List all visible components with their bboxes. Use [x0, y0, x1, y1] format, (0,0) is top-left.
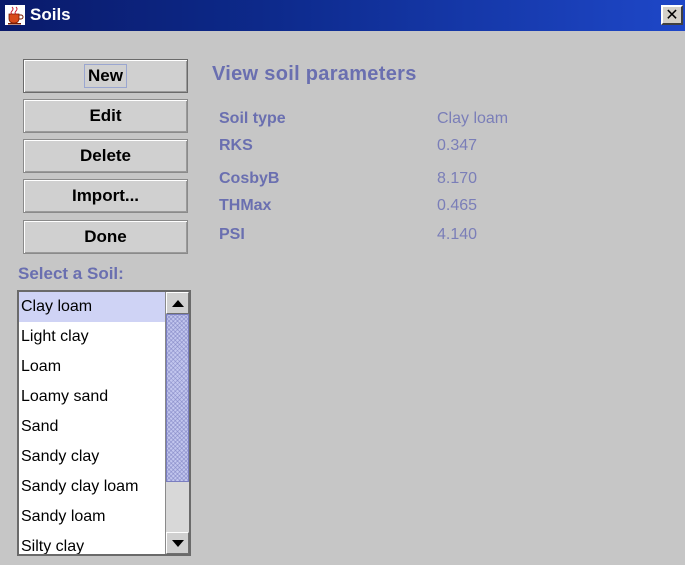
list-item-loam[interactable]: Loam — [19, 352, 165, 382]
soil-list[interactable]: Clay loam Light clay Loam Loamy sand San… — [17, 290, 191, 556]
param-name-thmax: THMax — [219, 197, 272, 214]
done-button[interactable]: Done — [23, 220, 188, 254]
select-soil-label: Select a Soil: — [18, 264, 124, 283]
edit-button[interactable]: Edit — [23, 99, 188, 133]
close-button[interactable]: ✕ — [661, 5, 683, 25]
param-name-soil-type: Soil type — [219, 110, 286, 127]
list-item-light-clay[interactable]: Light clay — [19, 322, 165, 352]
edit-button-label: Edit — [89, 106, 122, 125]
list-item-loamy-sand[interactable]: Loamy sand — [19, 382, 165, 412]
param-value-soil-type: Clay loam — [437, 110, 509, 127]
param-value-thmax: 0.465 — [437, 197, 478, 214]
param-value-psi: 4.140 — [437, 226, 478, 243]
import-button-label: Import... — [71, 186, 140, 205]
param-name-rks: RKS — [219, 137, 253, 154]
new-button-label: New — [84, 64, 127, 88]
arrow-up-icon — [172, 300, 184, 307]
import-button[interactable]: Import... — [23, 179, 188, 213]
close-icon[interactable]: ✕ — [665, 5, 678, 24]
list-item-sand[interactable]: Sand — [19, 412, 165, 442]
scroll-thumb[interactable] — [166, 314, 189, 482]
param-value-cosbyb: 8.170 — [437, 170, 478, 187]
scroll-down-button[interactable] — [166, 532, 189, 554]
soil-list-scrollbar[interactable] — [165, 292, 189, 554]
view-heading: View soil parameters — [212, 63, 417, 85]
soil-list-items: Clay loam Light clay Loam Loamy sand San… — [19, 292, 165, 554]
list-item-silty-clay[interactable]: Silty clay — [19, 532, 165, 554]
scroll-up-button[interactable] — [166, 292, 189, 314]
done-button-label: Done — [84, 227, 127, 246]
list-item-sandy-clay-loam[interactable]: Sandy clay loam — [19, 472, 165, 502]
list-item-clay-loam[interactable]: Clay loam — [19, 292, 165, 322]
list-item-sandy-loam[interactable]: Sandy loam — [19, 502, 165, 532]
list-item-sandy-clay[interactable]: Sandy clay — [19, 442, 165, 472]
delete-button-label: Delete — [79, 146, 132, 165]
delete-button[interactable]: Delete — [23, 139, 188, 173]
title-bar[interactable]: Soils ✕ — [0, 0, 685, 31]
param-name-psi: PSI — [219, 226, 245, 243]
new-button[interactable]: New — [23, 59, 188, 93]
param-value-rks: 0.347 — [437, 137, 478, 154]
soils-window: Soils ✕ New Edit Delete Import... Done S… — [0, 0, 685, 565]
java-cup-icon — [5, 5, 25, 25]
arrow-down-icon — [172, 540, 184, 547]
param-name-cosbyb: CosbyB — [219, 170, 280, 187]
window-title: Soils — [30, 5, 71, 24]
